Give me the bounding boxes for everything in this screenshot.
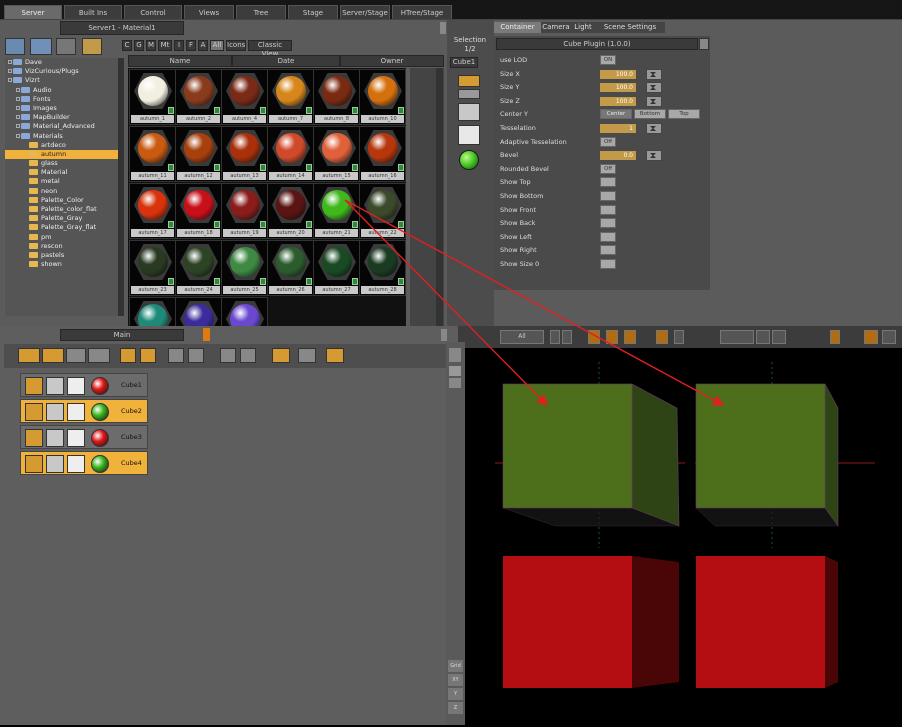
arrow-to-cube2 [344,199,548,406]
annotation-arrows [344,199,725,406]
arrow-to-cube4 [344,199,725,406]
